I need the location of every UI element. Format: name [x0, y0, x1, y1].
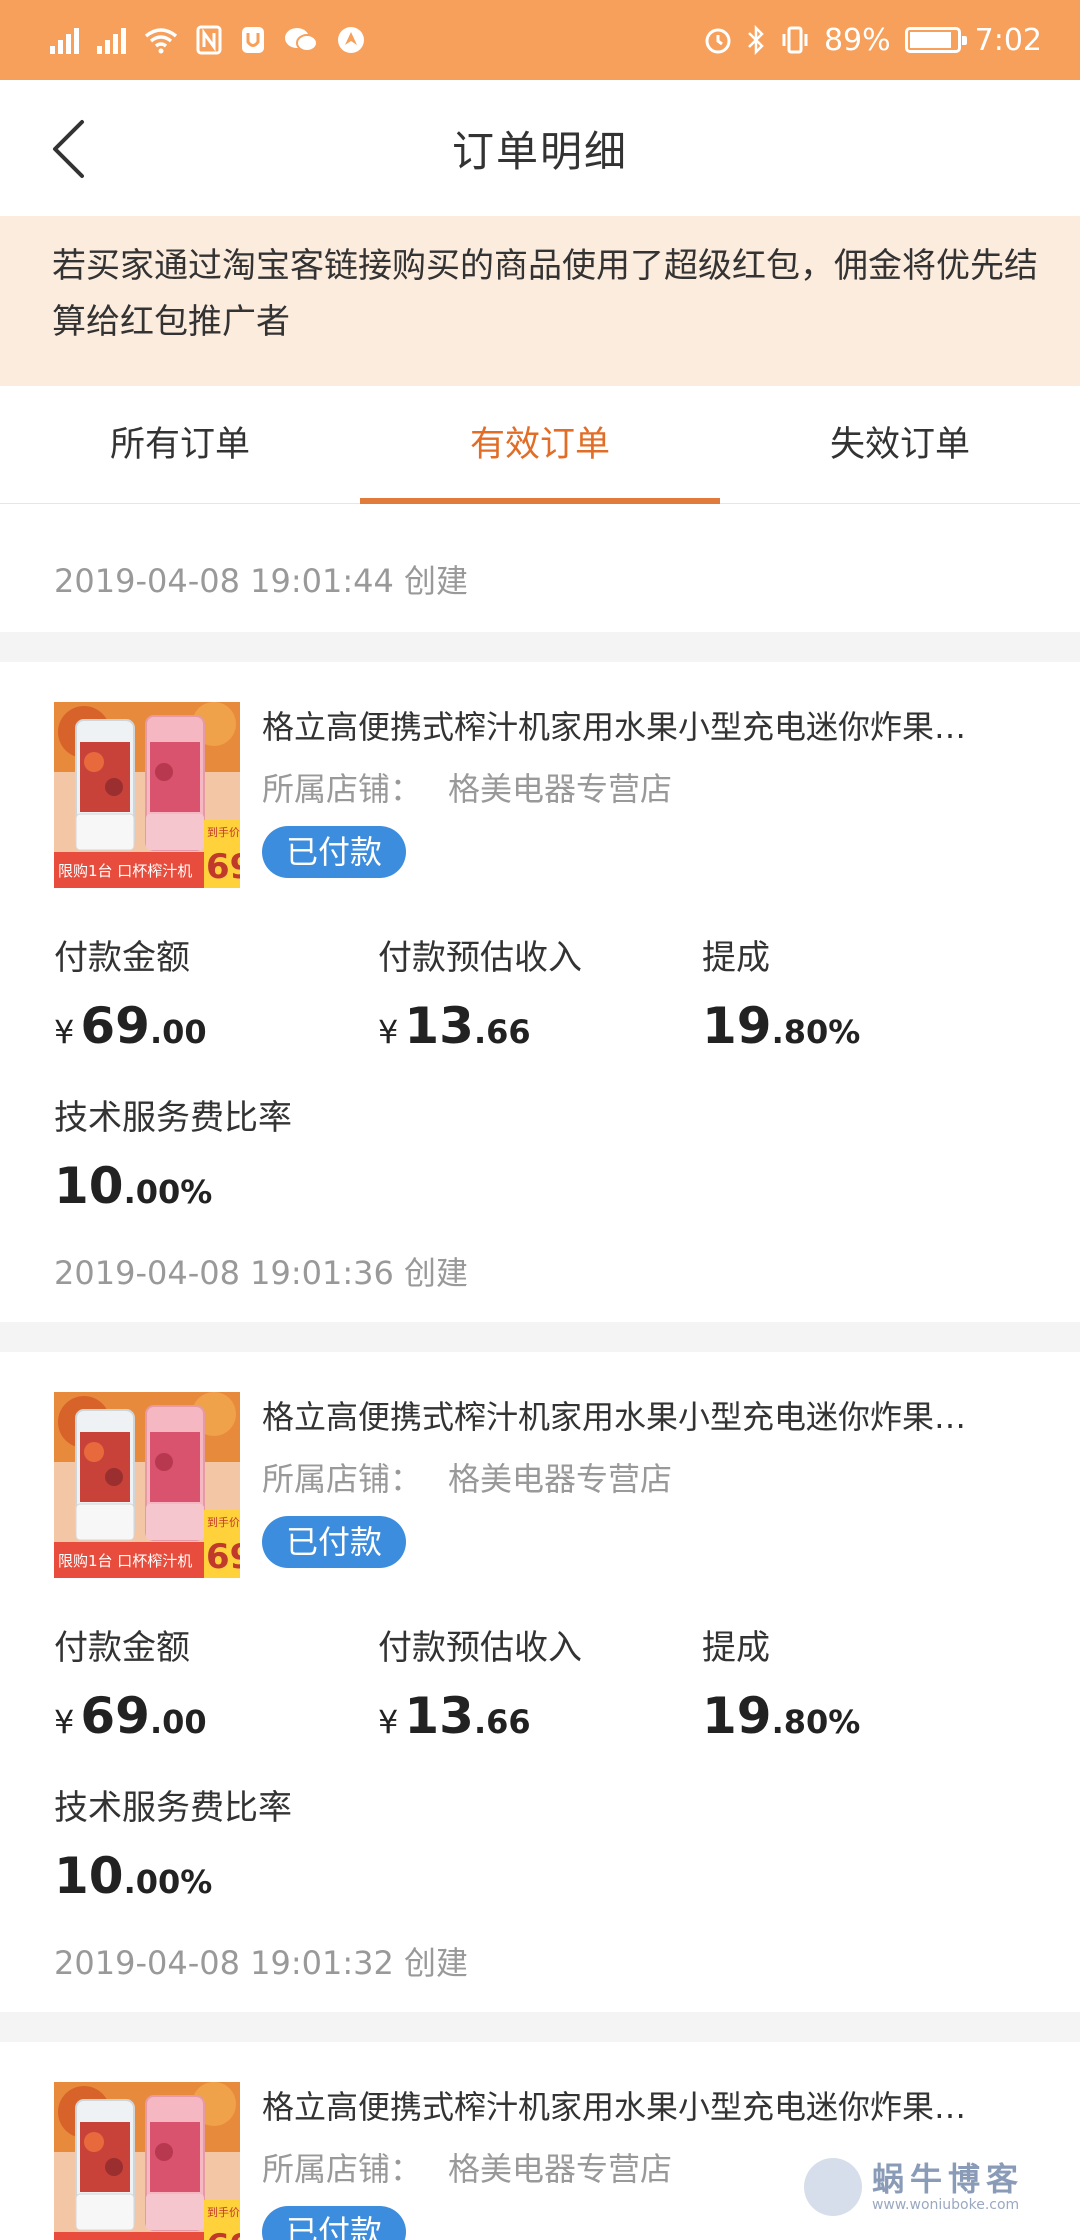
navigation-icon	[338, 27, 364, 53]
signal-icon	[97, 26, 126, 54]
service-fee-rate-value: 10.00%	[54, 1847, 213, 1905]
shop-label: 所属店铺：	[262, 2150, 423, 2188]
thumb-banner-text: 限购1台 口杯榨汁机	[58, 1552, 192, 1570]
u-icon	[242, 27, 264, 53]
status-badge: 已付款	[262, 1516, 407, 1568]
battery-percent: 89%	[823, 22, 891, 58]
estimated-income-label: 付款预估收入	[378, 1628, 582, 1668]
tab-invalid-orders[interactable]: 失效订单	[720, 386, 1080, 503]
alarm-icon	[705, 28, 731, 54]
commission-label: 提成	[702, 938, 770, 978]
stat-payment: 付款金额 ¥69.00	[54, 930, 207, 1055]
thumb-price: 69	[206, 2227, 240, 2240]
status-badge: 已付款	[262, 826, 407, 878]
shop-name: 格美电器专营店	[448, 1460, 673, 1498]
commission-value: 19.80%	[702, 997, 861, 1055]
service-fee-rate-label: 技术服务费比率	[54, 1788, 292, 1828]
commission-value: 19.80%	[702, 1687, 861, 1745]
bluetooth-icon	[748, 25, 764, 55]
stat-payment: 付款金额 ¥69.00	[54, 1620, 207, 1745]
product-thumbnail[interactable]: 限购1台 口杯榨汁机 到手价 69	[54, 2082, 240, 2240]
payment-amount-value: ¥69.00	[54, 1687, 207, 1745]
watermark-text: 蜗牛博客	[871, 2160, 1024, 2198]
back-button[interactable]	[38, 116, 98, 182]
order-tabs: 所有订单 有效订单 失效订单	[0, 386, 1080, 504]
product-thumbnail[interactable]: 限购1台 口杯榨汁机 到手价 69	[54, 1392, 240, 1578]
product-title[interactable]: 格立高便携式榨汁机家用水果小型充电迷你炸果…	[262, 702, 966, 748]
product-thumbnail[interactable]: 限购1台 口杯榨汁机 到手价 69	[54, 702, 240, 888]
stat-income: 付款预估收入 ¥13.66	[378, 1620, 582, 1745]
nav-bar: 订单明细	[0, 80, 1080, 216]
status-icons-left	[50, 25, 366, 55]
stat-commission: 提成 19.80%	[702, 930, 860, 1055]
order-created-time: 2019-04-08 19:01:32 创建	[54, 1944, 469, 1982]
thumb-price-label: 到手价	[207, 825, 240, 839]
product-title[interactable]: 格立高便携式榨汁机家用水果小型充电迷你炸果…	[262, 2082, 966, 2128]
status-icons-right: 89% 7:02	[704, 23, 1042, 58]
payment-amount-label: 付款金额	[54, 938, 190, 978]
shop-line: 所属店铺： 格美电器专营店	[262, 764, 672, 810]
thumb-price: 69	[206, 847, 240, 887]
page-title: 订单明细	[451, 126, 628, 176]
payment-amount-value: ¥69.00	[54, 997, 207, 1055]
shop-label: 所属店铺：	[262, 1460, 423, 1498]
watermark-logo-icon	[803, 2158, 862, 2216]
nfc-icon	[196, 25, 222, 55]
tab-valid-orders[interactable]: 有效订单	[360, 386, 720, 504]
status-badge: 已付款	[262, 2206, 407, 2240]
watermark-url: www.woniuboke.com	[871, 2197, 1020, 2213]
wifi-icon	[144, 28, 178, 54]
shop-name: 格美电器专营店	[448, 2150, 673, 2188]
wechat-icon	[285, 28, 318, 52]
payment-amount-label: 付款金额	[54, 1628, 190, 1668]
estimated-income-label: 付款预估收入	[378, 938, 582, 978]
service-fee-rate-value: 10.00%	[54, 1157, 213, 1215]
thumb-banner-text: 限购1台 口杯榨汁机	[58, 862, 192, 880]
thumb-price-label: 到手价	[207, 1515, 240, 1529]
notice-banner: 若买家通过淘宝客链接购买的商品使用了超级红包，佣金将优先结算给红包推广者	[0, 216, 1080, 386]
order-card[interactable]: 限购1台 口杯榨汁机 到手价 69 格立高便携式榨汁机家用水果小型充电迷你炸果……	[0, 1352, 1080, 2012]
chevron-left-icon	[53, 120, 84, 178]
vibrate-icon	[782, 26, 808, 54]
commission-label: 提成	[702, 1628, 770, 1668]
shop-label: 所属店铺：	[262, 770, 423, 808]
signal-icon	[50, 26, 79, 54]
battery-icon	[904, 27, 967, 53]
thumb-price: 69	[206, 1537, 240, 1577]
stat-commission: 提成 19.80%	[702, 1620, 860, 1745]
product-title[interactable]: 格立高便携式榨汁机家用水果小型充电迷你炸果…	[262, 1392, 966, 1438]
order-created-time: 2019-04-08 19:01:44 创建	[0, 504, 1080, 632]
status-time: 7:02	[974, 22, 1042, 58]
order-card[interactable]: 限购1台 口杯榨汁机 到手价 69 格立高便携式榨汁机家用水果小型充电迷你炸果……	[0, 662, 1080, 1322]
tab-all-orders[interactable]: 所有订单	[0, 386, 360, 503]
estimated-income-value: ¥13.66	[378, 997, 531, 1055]
shop-name: 格美电器专营店	[448, 770, 673, 808]
estimated-income-value: ¥13.66	[378, 1687, 531, 1745]
shop-line: 所属店铺： 格美电器专营店	[262, 1454, 672, 1500]
thumb-price-label: 到手价	[207, 2205, 240, 2219]
status-bar: 89% 7:02	[0, 0, 1080, 80]
stat-service-fee: 技术服务费比率 10.00%	[54, 1090, 292, 1215]
service-fee-rate-label: 技术服务费比率	[54, 1098, 292, 1138]
order-created-time: 2019-04-08 19:01:36 创建	[54, 1254, 469, 1292]
stat-service-fee: 技术服务费比率 10.00%	[54, 1780, 292, 1905]
shop-line: 所属店铺： 格美电器专营店	[262, 2144, 672, 2190]
watermark: 蜗牛博客 www.woniuboke.com	[803, 2158, 1024, 2216]
stat-income: 付款预估收入 ¥13.66	[378, 930, 582, 1055]
